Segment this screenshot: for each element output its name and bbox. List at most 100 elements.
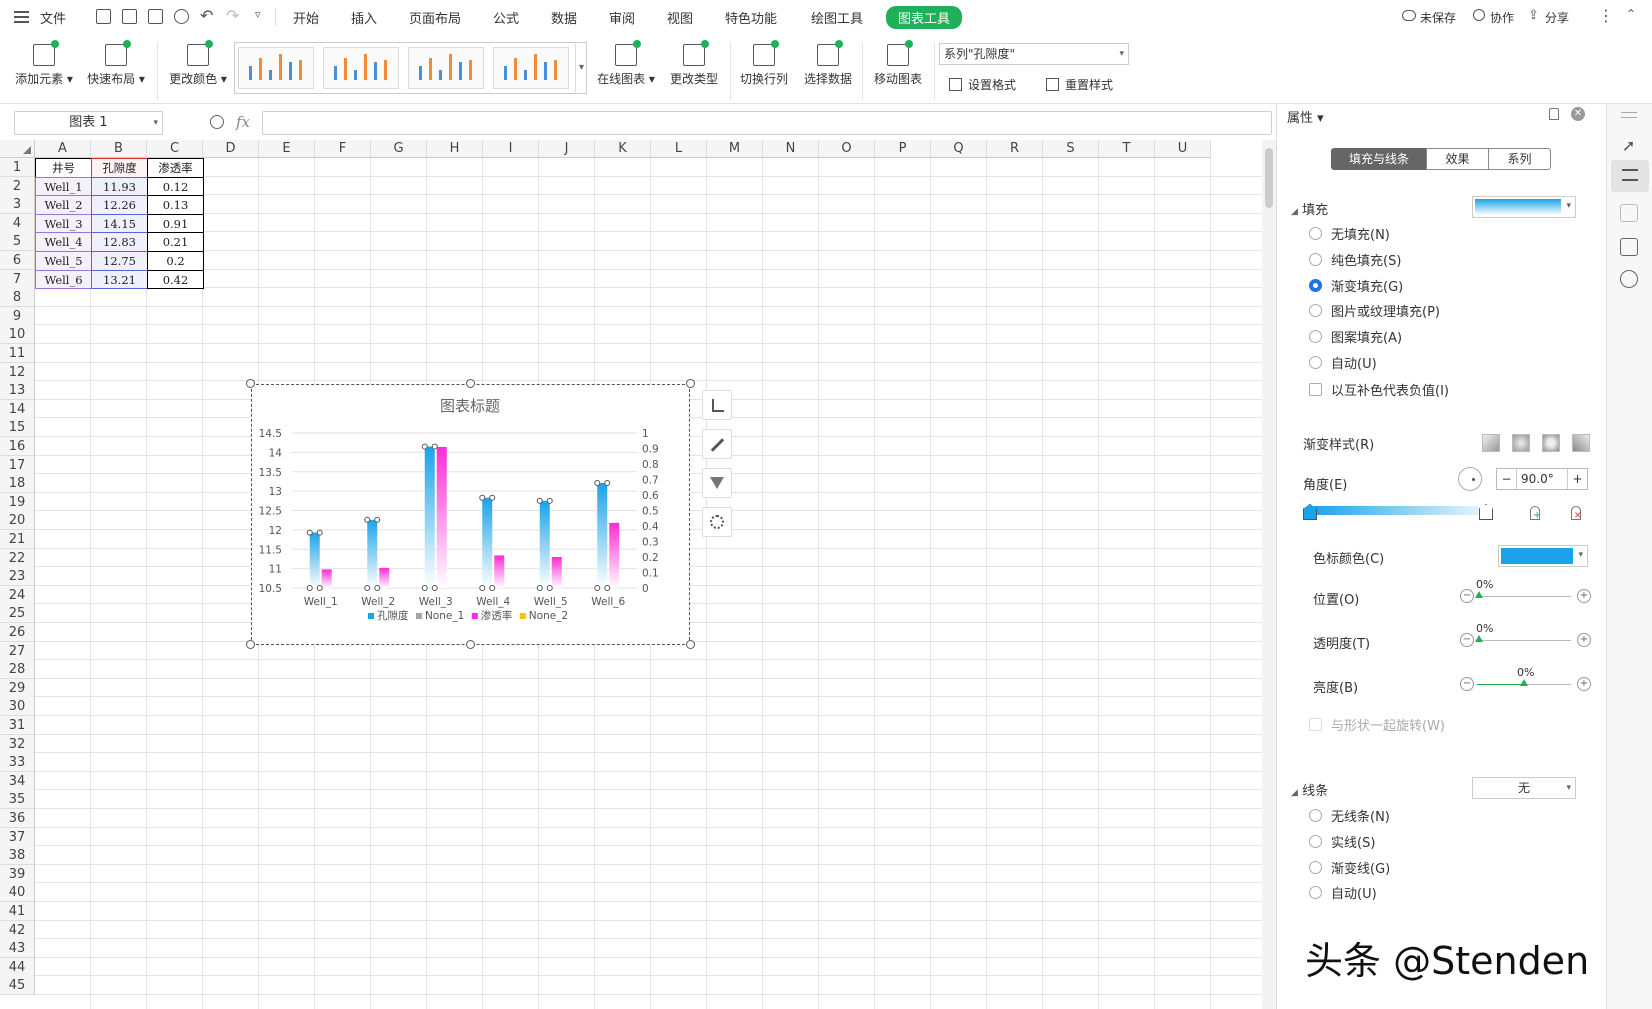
row-header-5[interactable]: 5: [0, 232, 35, 252]
name-box[interactable]: 图表 1 ▾: [14, 111, 163, 135]
row-header-4[interactable]: 4: [0, 213, 35, 233]
chart-styles-button[interactable]: [702, 429, 732, 459]
row-header-31[interactable]: 31: [0, 716, 35, 735]
column-header-b[interactable]: B: [91, 140, 147, 158]
tab-fill-line[interactable]: 填充与线条: [1331, 148, 1427, 170]
tab-page-layout[interactable]: 页面布局: [409, 8, 461, 27]
transparency-slider[interactable]: [1477, 640, 1571, 641]
column-header-f[interactable]: F: [315, 140, 371, 158]
transparency-increase[interactable]: +: [1577, 633, 1591, 647]
gradient-bar[interactable]: [1309, 506, 1485, 515]
column-header-m[interactable]: M: [707, 140, 763, 158]
table-cell[interactable]: 14.15: [91, 213, 148, 234]
table-cell[interactable]: 12.26: [91, 195, 148, 215]
column-header-l[interactable]: L: [651, 140, 707, 158]
print-preview-icon[interactable]: [174, 9, 189, 24]
table-cell[interactable]: 13.21: [91, 269, 148, 290]
row-header-27[interactable]: 27: [0, 641, 35, 661]
row-header-6[interactable]: 6: [0, 251, 35, 270]
angle-value[interactable]: 90.0°: [1521, 469, 1554, 489]
tab-insert[interactable]: 插入: [351, 8, 377, 27]
chart-settings-button[interactable]: [702, 507, 732, 537]
tab-effects[interactable]: 效果: [1426, 148, 1489, 170]
row-header-43[interactable]: 43: [0, 939, 35, 959]
bar-permeability[interactable]: [609, 522, 620, 588]
resize-handle-tr[interactable]: [686, 379, 695, 388]
angle-dial[interactable]: [1458, 467, 1482, 491]
properties-sidebar-button[interactable]: [1611, 160, 1649, 192]
row-header-13[interactable]: 13: [0, 381, 35, 401]
collab-button[interactable]: 协作: [1490, 9, 1514, 26]
table-header-cell[interactable]: 井号: [35, 158, 92, 178]
row-header-37[interactable]: 37: [0, 827, 35, 847]
gallery-scroll-icon[interactable]: ▾: [575, 43, 587, 93]
row-header-20[interactable]: 20: [0, 511, 35, 531]
row-header-23[interactable]: 23: [0, 567, 35, 587]
table-cell[interactable]: Well_3: [35, 213, 92, 234]
undo-icon[interactable]: ↶: [200, 6, 213, 25]
transparency-decrease[interactable]: −: [1460, 633, 1474, 647]
row-header-14[interactable]: 14: [0, 399, 35, 419]
tab-review[interactable]: 审阅: [609, 8, 635, 27]
column-header-q[interactable]: Q: [931, 140, 987, 158]
share-button[interactable]: 分享: [1545, 9, 1569, 26]
bar-porosity[interactable]: [309, 532, 320, 588]
row-header-3[interactable]: 3: [0, 195, 35, 215]
row-header-11[interactable]: 11: [0, 344, 35, 363]
gradient-style-rectangular[interactable]: [1542, 434, 1560, 452]
fill-color-dropdown[interactable]: ▾: [1472, 196, 1576, 218]
vertical-scrollbar[interactable]: [1262, 140, 1276, 1009]
table-cell[interactable]: Well_5: [35, 251, 92, 271]
resize-handle-bl[interactable]: [246, 640, 255, 649]
row-header-40[interactable]: 40: [0, 883, 35, 903]
file-menu[interactable]: 文件: [40, 8, 66, 27]
row-header-29[interactable]: 29: [0, 678, 35, 698]
row-header-19[interactable]: 19: [0, 492, 35, 512]
zoom-formula-icon[interactable]: [210, 115, 224, 129]
tab-formulas[interactable]: 公式: [493, 8, 519, 27]
table-cell[interactable]: 12.75: [91, 251, 148, 271]
save-icon[interactable]: [96, 9, 111, 24]
brightness-increase[interactable]: +: [1577, 677, 1591, 691]
row-header-18[interactable]: 18: [0, 474, 35, 494]
fill-option-label[interactable]: 无填充(N): [1331, 224, 1390, 243]
row-header-25[interactable]: 25: [0, 604, 35, 624]
switch-row-column-button[interactable]: 切换行列: [732, 34, 796, 87]
chart-object[interactable]: 图表标题 14.5 14 13.5 13 12.5 12 11.5 11 10.5 1 0.9 0.8 0…: [251, 384, 690, 645]
fill-option-radio[interactable]: [1309, 227, 1322, 240]
row-header-22[interactable]: 22: [0, 548, 35, 568]
table-cell[interactable]: Well_1: [35, 176, 92, 197]
row-header-41[interactable]: 41: [0, 902, 35, 921]
table-cell[interactable]: 0.91: [147, 213, 204, 234]
print-icon[interactable]: [148, 9, 163, 24]
line-option-radio[interactable]: [1309, 834, 1322, 848]
quick-layout-button[interactable]: 快速布局 ▾: [84, 34, 148, 87]
tab-drawing-tools[interactable]: 绘图工具: [811, 8, 863, 27]
row-header-45[interactable]: 45: [0, 976, 35, 996]
bar-permeability[interactable]: [551, 557, 562, 588]
scroll-thumb[interactable]: [1265, 148, 1273, 208]
line-option-radio[interactable]: [1309, 860, 1322, 874]
row-header-9[interactable]: 9: [0, 306, 35, 326]
column-header-t[interactable]: T: [1099, 140, 1155, 158]
bar-permeability[interactable]: [436, 446, 447, 588]
chart-elements-button[interactable]: [702, 390, 732, 420]
row-header-35[interactable]: 35: [0, 790, 35, 810]
fill-option-label[interactable]: 图案填充(A): [1331, 327, 1402, 346]
bar-porosity[interactable]: [597, 482, 608, 588]
column-header-g[interactable]: G: [371, 140, 427, 158]
fill-option-radio[interactable]: [1309, 304, 1322, 318]
tab-special-features[interactable]: 特色功能: [725, 8, 777, 27]
table-cell[interactable]: 0.42: [147, 269, 204, 290]
position-thumb[interactable]: [1475, 591, 1483, 598]
resize-handle-tl[interactable]: [246, 379, 255, 388]
line-option-radio[interactable]: [1309, 809, 1322, 822]
chart-style-3[interactable]: [408, 47, 484, 89]
gradient-style-radial[interactable]: [1512, 434, 1530, 452]
image-tools-icon[interactable]: [1620, 238, 1638, 256]
bar-porosity[interactable]: [539, 500, 550, 588]
move-chart-button[interactable]: 移动图表: [866, 34, 930, 87]
line-option-label[interactable]: 实线(S): [1331, 832, 1375, 851]
row-header-8[interactable]: 8: [0, 288, 35, 308]
tab-chart-tools[interactable]: 图表工具: [886, 6, 963, 29]
